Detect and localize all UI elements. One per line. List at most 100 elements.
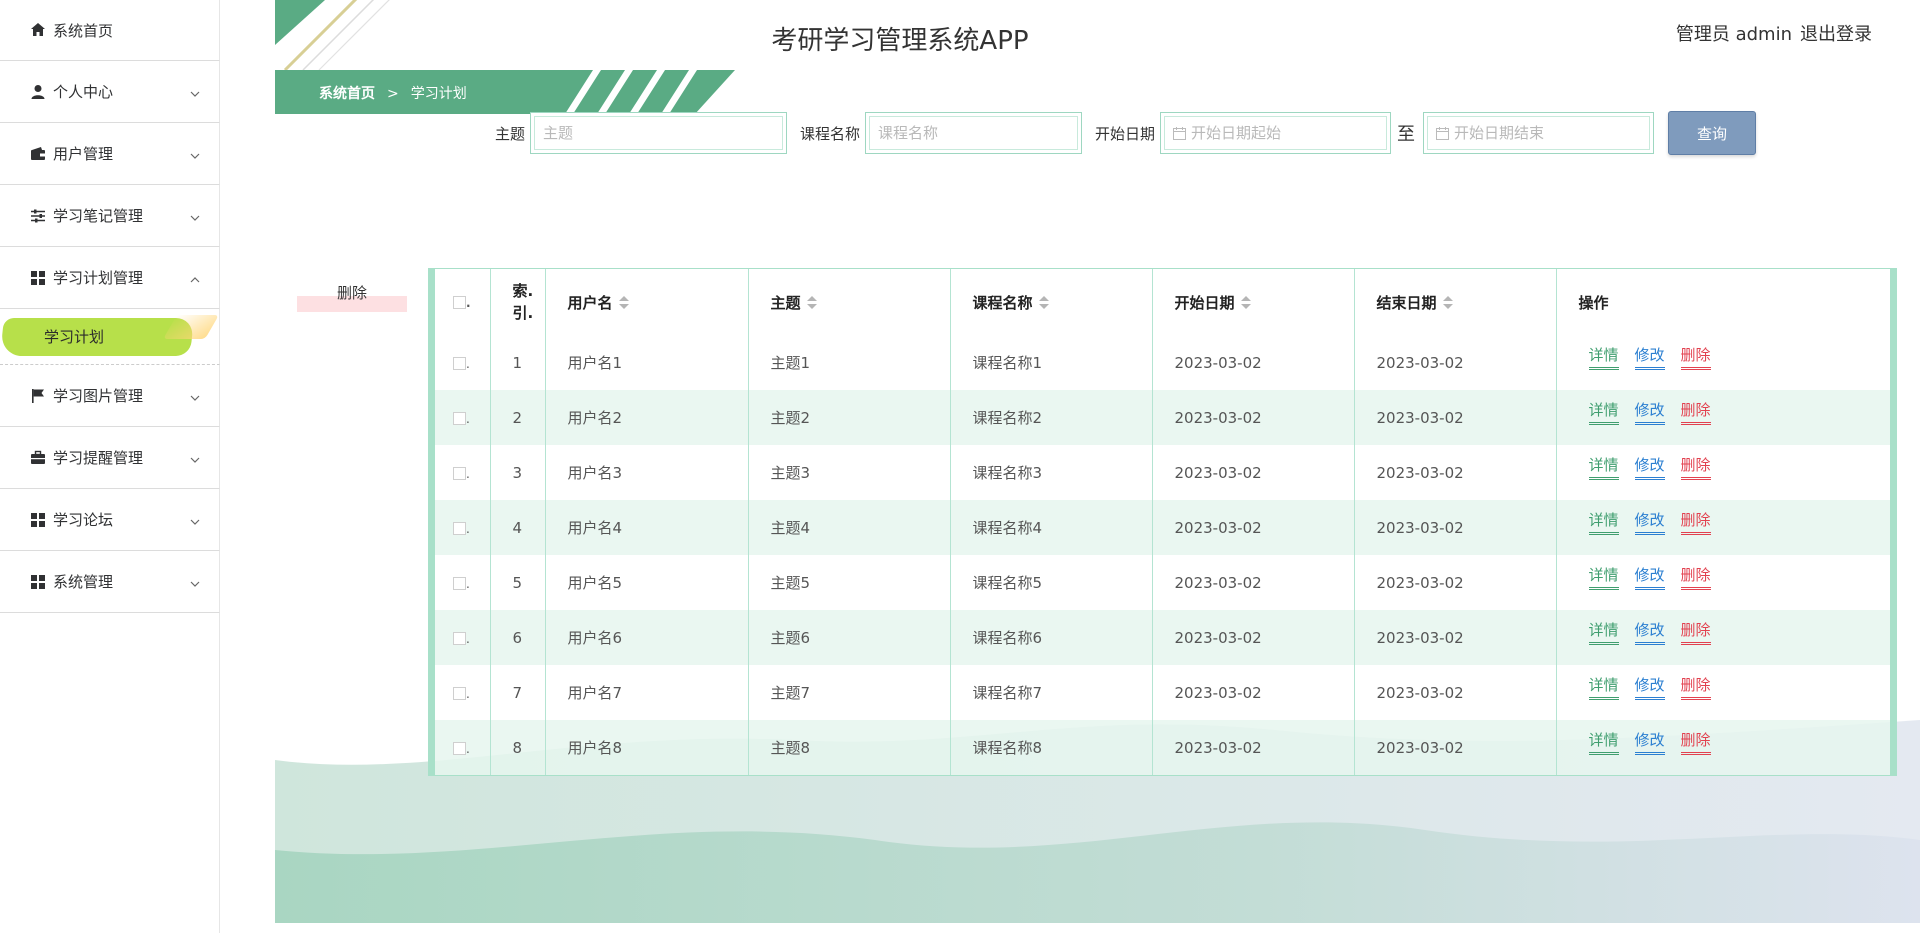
delete-link[interactable]: 删除 [1680,564,1711,590]
select-all-cell: . [435,269,491,335]
table-row: . 2 用户名2 主题2 课程名称2 2023-03-02 2023-03-02 详情 修改 删除 [435,390,1890,445]
row-checkbox[interactable] [453,686,466,700]
start-date-to-input[interactable] [1427,116,1651,150]
course-input[interactable] [869,116,1079,150]
logout-link[interactable]: 退出登录 [1800,24,1872,45]
sidebar-item-system[interactable]: 系统管理 [0,551,220,613]
row-start-date: 2023-03-02 [1152,665,1355,720]
row-topic: 主题6 [748,610,951,665]
edit-link[interactable]: 修改 [1634,674,1665,700]
delete-link[interactable]: 删除 [1680,729,1711,755]
edit-link[interactable]: 修改 [1634,344,1665,370]
row-operations: 详情 修改 删除 [1556,335,1890,390]
detail-link[interactable]: 详情 [1588,399,1619,425]
chevron-down-icon [189,86,201,98]
row-operations: 详情 修改 删除 [1556,665,1890,720]
query-button[interactable]: 查询 [1668,111,1757,155]
delete-link[interactable]: 删除 [1680,674,1711,700]
chevron-down-icon [189,210,201,222]
delete-link[interactable]: 删除 [1680,344,1711,370]
row-check-cell: . [435,335,491,390]
row-index: 5 [490,555,546,610]
row-check-cell: . [435,500,491,555]
edit-link[interactable]: 修改 [1634,564,1665,590]
sidebar: 系统首页 个人中心 用户管理 学习笔记管理 学习计划管理 学习计划 学习图片管理… [0,0,220,933]
row-course: 课程名称3 [950,445,1153,500]
sidebar-item-profile[interactable]: 个人中心 [0,61,220,123]
breadcrumb-separator: > [387,86,399,102]
breadcrumb-home[interactable]: 系统首页 [319,86,375,102]
detail-link[interactable]: 详情 [1588,674,1619,700]
delete-link[interactable]: 删除 [1680,399,1711,425]
sidebar-item-users[interactable]: 用户管理 [0,123,220,185]
detail-link[interactable]: 详情 [1588,564,1619,590]
sort-icon[interactable] [806,296,817,310]
row-username: 用户名8 [545,720,749,775]
row-course: 课程名称8 [950,720,1153,775]
sidebar-item-reminders[interactable]: 学习提醒管理 [0,427,220,489]
edit-link[interactable]: 修改 [1634,509,1665,535]
batch-delete-button[interactable]: 删除 [297,280,407,312]
edit-link[interactable]: 修改 [1634,454,1665,480]
table-header-row: . 索.引. 用户名 主题 课程名称 开始日期 结束日期 操作 [435,269,1890,335]
sort-icon[interactable] [618,296,629,310]
sidebar-item-label: 个人中心 [53,83,114,101]
row-index: 7 [490,665,546,720]
delete-link[interactable]: 删除 [1680,509,1711,535]
breadcrumb: 系统首页 > 学习计划 [275,70,735,114]
chevron-down-icon [189,576,201,588]
row-check-cell: . [435,555,491,610]
breadcrumb-text: 系统首页 > 学习计划 [319,83,467,103]
row-end-date: 2023-03-02 [1354,390,1557,445]
header-end-date[interactable]: 结束日期 [1354,269,1557,335]
header-course[interactable]: 课程名称 [950,269,1153,335]
sort-icon[interactable] [1442,296,1453,310]
sidebar-subitem-study-plan[interactable]: 学习计划 [0,309,220,365]
delete-link[interactable]: 删除 [1680,454,1711,480]
row-checkbox[interactable] [453,356,466,370]
header-topic[interactable]: 主题 [748,269,951,335]
sidebar-item-forum[interactable]: 学习论坛 [0,489,220,551]
row-check-cell: . [435,610,491,665]
sort-icon[interactable] [1240,296,1251,310]
header-username[interactable]: 用户名 [545,269,749,335]
header-label: 主题 [770,293,801,312]
sidebar-item-plans[interactable]: 学习计划管理 [0,247,220,309]
header-label: 课程名称 [972,293,1033,312]
row-operations: 详情 修改 删除 [1556,445,1890,500]
row-course: 课程名称1 [950,335,1153,390]
topic-input[interactable] [534,116,784,150]
edit-link[interactable]: 修改 [1634,729,1665,755]
row-checkbox[interactable] [453,521,466,535]
row-checkbox[interactable] [453,631,466,645]
row-checkbox[interactable] [453,576,466,590]
delete-link[interactable]: 删除 [1680,619,1711,645]
table-row: . 7 用户名7 主题7 课程名称7 2023-03-02 2023-03-02 详情 修改 删除 [435,665,1890,720]
detail-link[interactable]: 详情 [1588,509,1619,535]
row-username: 用户名6 [545,610,749,665]
detail-link[interactable]: 详情 [1588,729,1619,755]
row-checkbox[interactable] [453,411,466,425]
start-date-from-input[interactable] [1164,116,1388,150]
header-start-date[interactable]: 开始日期 [1152,269,1355,335]
sidebar-item-images[interactable]: 学习图片管理 [0,365,220,427]
sidebar-item-home[interactable]: 系统首页 [0,0,220,61]
row-start-date: 2023-03-02 [1152,555,1355,610]
detail-link[interactable]: 详情 [1588,454,1619,480]
course-label: 课程名称 [800,124,861,143]
topic-label: 主题 [495,124,526,143]
row-index: 2 [490,390,546,445]
sort-icon[interactable] [1038,296,1049,310]
row-checkbox[interactable] [453,741,466,755]
user-role-name: 管理员 admin [1675,24,1792,45]
detail-link[interactable]: 详情 [1588,619,1619,645]
row-end-date: 2023-03-02 [1354,500,1557,555]
row-course: 课程名称7 [950,665,1153,720]
edit-link[interactable]: 修改 [1634,399,1665,425]
row-checkbox[interactable] [453,466,466,480]
edit-link[interactable]: 修改 [1634,619,1665,645]
header-index-label: 索.引. [512,282,534,322]
detail-link[interactable]: 详情 [1588,344,1619,370]
sidebar-item-notes[interactable]: 学习笔记管理 [0,185,220,247]
select-all-checkbox[interactable] [453,296,466,309]
